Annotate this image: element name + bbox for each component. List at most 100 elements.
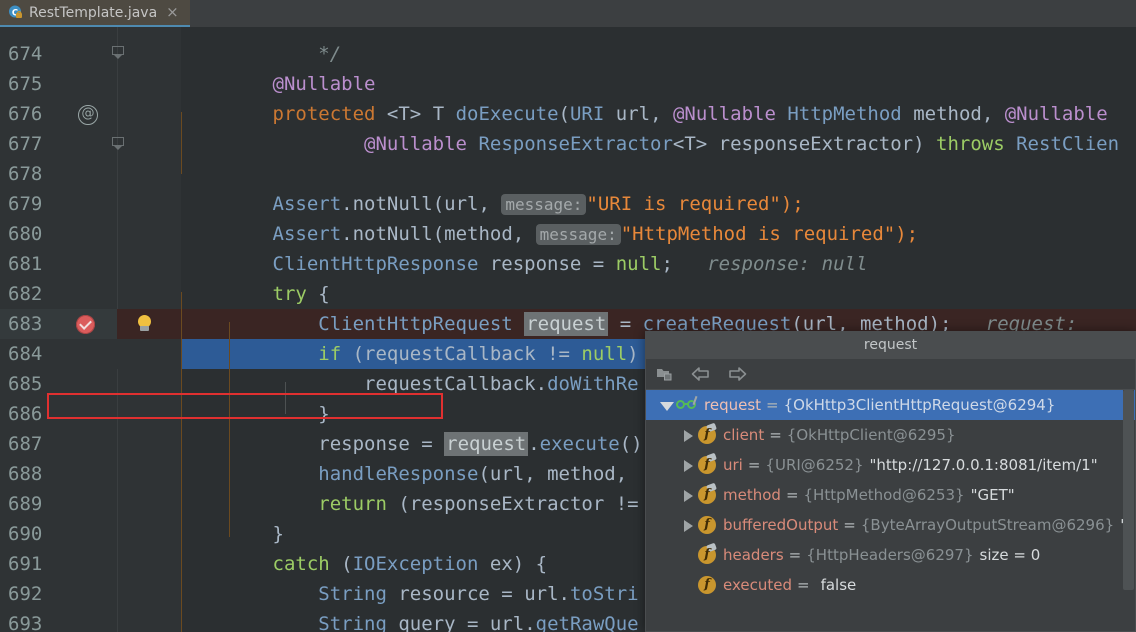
variable-tree-row[interactable]: f method = {HttpMethod@6253} "GET" bbox=[646, 480, 1135, 510]
debug-value-popup[interactable]: request request = {OkHttp3ClientHttpReques… bbox=[645, 331, 1136, 632]
annotation-gutter-icon[interactable]: @ bbox=[78, 105, 98, 125]
equals-sign: = bbox=[788, 546, 802, 564]
code-token: response = bbox=[478, 253, 616, 275]
code-fold-icon[interactable] bbox=[112, 137, 125, 150]
code-token: notNull bbox=[352, 193, 433, 215]
code-line-row[interactable]: 682 try { bbox=[0, 279, 1136, 309]
chevron-right-icon[interactable] bbox=[680, 510, 698, 540]
editor-tab-bar: C RestTemplate.java × bbox=[0, 0, 1136, 27]
code-token: @Nullable bbox=[672, 103, 776, 125]
tab-resttemplate-java[interactable]: C RestTemplate.java × bbox=[0, 0, 190, 27]
code-token: null bbox=[615, 253, 662, 275]
code-token: String bbox=[318, 613, 387, 632]
back-arrow-icon[interactable] bbox=[688, 362, 714, 386]
scrollbar-thumb[interactable] bbox=[1123, 390, 1134, 590]
code-token: } bbox=[318, 403, 330, 425]
variable-tree-row[interactable]: f uri = {URI@6252} "http://127.0.0.1:8081/it… bbox=[646, 450, 1135, 480]
code-token: throws bbox=[936, 133, 1005, 155]
code-token: @Nullable bbox=[364, 133, 467, 155]
variable-name: client bbox=[723, 426, 765, 444]
chevron-down-icon[interactable] bbox=[658, 390, 676, 420]
code-line-row[interactable]: 679 Assert.notNull(url, message: "URI is … bbox=[0, 189, 1136, 219]
indent-guide bbox=[181, 112, 182, 174]
line-number: 691 bbox=[8, 553, 43, 575]
code-line-row[interactable]: 676 protected <T> T doExecute(URI url, @… bbox=[0, 99, 1136, 129]
chevron-right-icon[interactable] bbox=[680, 420, 698, 450]
breakpoint-icon[interactable] bbox=[76, 315, 95, 334]
code-token: doWithRe bbox=[547, 373, 639, 395]
code-token: Assert bbox=[272, 193, 342, 215]
forward-arrow-icon[interactable] bbox=[724, 362, 750, 386]
copy-value-icon[interactable] bbox=[652, 362, 678, 386]
line-number: 683 bbox=[8, 313, 43, 335]
code-line-text: } bbox=[181, 519, 284, 549]
code-token: ) bbox=[627, 343, 639, 365]
line-number: 693 bbox=[8, 613, 43, 632]
line-number: 682 bbox=[8, 283, 43, 305]
code-token: notNull bbox=[352, 223, 433, 245]
java-class-icon: C bbox=[8, 5, 24, 21]
equals-sign: = bbox=[769, 426, 782, 444]
variable-tree-row[interactable]: f client = {OkHttpClient@6295} bbox=[646, 420, 1135, 450]
chevron-right-icon[interactable] bbox=[680, 450, 698, 480]
code-line-text: Assert.notNull(url, message: "URI is requ… bbox=[181, 189, 804, 219]
code-token: . bbox=[528, 433, 540, 455]
code-token: url, bbox=[604, 103, 673, 125]
code-token: RestClien bbox=[1016, 133, 1120, 155]
line-number: 677 bbox=[8, 133, 43, 155]
field-icon: f bbox=[698, 546, 716, 564]
variable-tree-row[interactable]: request = {OkHttp3ClientHttpRequest@6294} bbox=[646, 390, 1135, 420]
code-line-text: protected <T> T doExecute(URI url, @Null… bbox=[181, 99, 1108, 129]
code-token: URI bbox=[569, 103, 605, 125]
code-line-text: */ bbox=[181, 39, 341, 69]
variable-value: size = 0 bbox=[979, 546, 1041, 564]
variable-tree-row[interactable]: f executed = false bbox=[646, 570, 1135, 600]
code-line-row[interactable]: 675 @Nullable bbox=[0, 69, 1136, 99]
code-line-text: requestCallback.doWithRe bbox=[181, 369, 639, 399]
code-line-text: return (responseExtractor != bbox=[181, 489, 638, 519]
code-token: HttpMethod bbox=[787, 103, 902, 125]
variables-tree[interactable]: request = {OkHttp3ClientHttpRequest@6294} f… bbox=[646, 390, 1135, 631]
equals-sign: = bbox=[766, 396, 779, 414]
close-icon[interactable]: × bbox=[166, 5, 179, 20]
code-line-row[interactable]: 678 bbox=[0, 159, 1136, 189]
code-token: ( bbox=[329, 553, 353, 575]
code-token: . bbox=[341, 193, 353, 215]
variable-value: false bbox=[820, 576, 857, 594]
variable-reference: {HttpHeaders@6297} bbox=[806, 546, 974, 564]
code-token: message: bbox=[535, 224, 621, 245]
tab-label: RestTemplate.java bbox=[29, 4, 158, 21]
code-token: T bbox=[421, 103, 456, 125]
code-line-row[interactable]: 674 */ bbox=[0, 39, 1136, 69]
popup-toolbar[interactable] bbox=[646, 359, 1135, 390]
variable-reference: {OkHttpClient@6295} bbox=[786, 426, 956, 444]
code-line-text: try { bbox=[181, 279, 330, 309]
code-line-text: catch (IOException ex) { bbox=[181, 549, 548, 579]
code-token: (method, bbox=[432, 223, 536, 245]
code-line-row[interactable]: 681 ClientHttpResponse response = null; … bbox=[0, 249, 1136, 279]
code-line-row[interactable]: 680 Assert.notNull(method, message: "Http… bbox=[0, 219, 1136, 249]
chevron-right-icon[interactable] bbox=[680, 480, 698, 510]
code-token: ClientHttpResponse bbox=[272, 253, 479, 275]
code-line-text: response = request .execute() bbox=[181, 429, 643, 459]
intention-bulb-icon[interactable] bbox=[136, 315, 153, 333]
code-token: . bbox=[341, 223, 353, 245]
code-line-row[interactable]: 677 @Nullable ResponseExtractor<T> respo… bbox=[0, 129, 1136, 159]
code-fold-icon[interactable] bbox=[112, 46, 125, 59]
variable-tree-row[interactable]: f bufferedOutput = {ByteArrayOutputStream@6… bbox=[646, 510, 1135, 540]
indent-guide bbox=[229, 322, 230, 537]
code-token: try bbox=[272, 283, 307, 305]
code-token: resource = url. bbox=[386, 583, 570, 605]
variable-tree-row[interactable]: f headers = {HttpHeaders@6297} size = 0 bbox=[646, 540, 1135, 570]
